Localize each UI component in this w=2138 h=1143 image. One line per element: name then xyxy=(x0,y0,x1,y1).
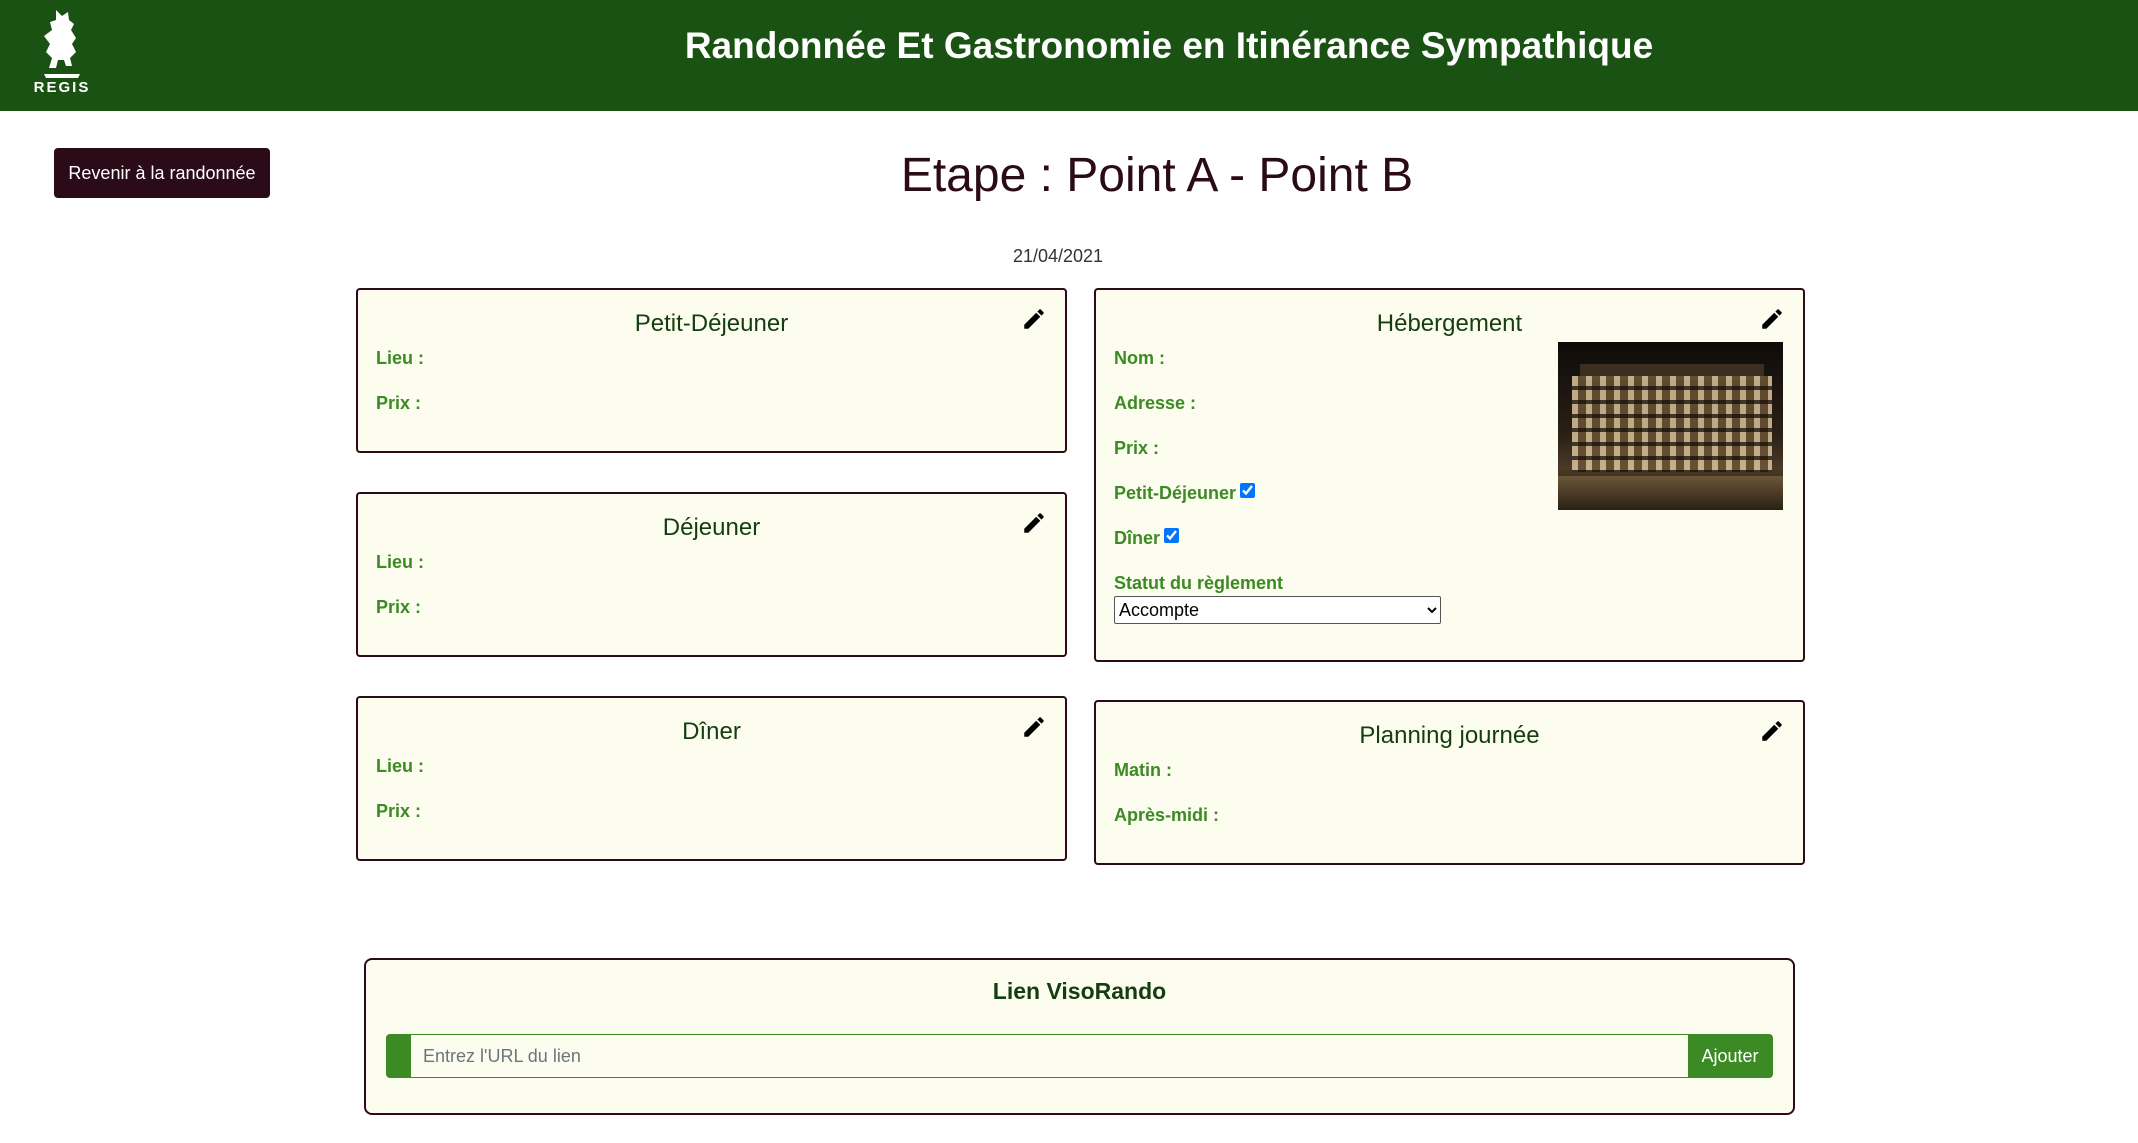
site-title: Randonnée Et Gastronomie en Itinérance S… xyxy=(684,25,1654,66)
page-title: Etape : Point A - Point B xyxy=(900,149,1414,202)
card-title: Dîner xyxy=(682,718,741,745)
add-link-button[interactable]: Ajouter xyxy=(1688,1035,1772,1077)
visorando-url-input[interactable] xyxy=(411,1035,1690,1077)
breakfast-included-label: Petit-Déjeuner xyxy=(1114,483,1237,503)
prix-label: Prix : xyxy=(376,801,422,821)
site-header: REGIS Randonnée Et Gastronomie en Itinér… xyxy=(0,0,2138,111)
apres-midi-label: Après-midi : xyxy=(1114,805,1220,825)
stage-date: 21/04/2021 xyxy=(1012,246,1104,266)
pencil-icon[interactable] xyxy=(1021,714,1047,740)
lieu-label: Lieu : xyxy=(376,348,424,368)
breakfast-card: Petit-Déjeuner Lieu : Prix : xyxy=(356,288,1067,453)
payment-status-label: Statut du règlement xyxy=(1114,573,1284,593)
pencil-icon[interactable] xyxy=(1021,306,1047,332)
lieu-label: Lieu : xyxy=(376,756,424,776)
dinner-card: Dîner Lieu : Prix : xyxy=(356,696,1067,861)
breakfast-included-row: Petit-Déjeuner xyxy=(1114,483,1256,504)
card-title: Planning journée xyxy=(1359,722,1540,749)
prix-label: Prix : xyxy=(1114,438,1160,458)
adresse-label: Adresse : xyxy=(1114,393,1197,413)
lunch-card: Déjeuner Lieu : Prix : xyxy=(356,492,1067,657)
nom-label: Nom : xyxy=(1114,348,1165,368)
visorando-input-group: Ajouter xyxy=(386,1034,1773,1078)
accommodation-card: Hébergement Nom : Adresse : Prix : Petit… xyxy=(1094,288,1805,662)
payment-status-select[interactable]: Accompte xyxy=(1114,596,1441,624)
card-title: Déjeuner xyxy=(662,514,761,541)
pencil-icon[interactable] xyxy=(1759,306,1785,332)
lieu-label: Lieu : xyxy=(376,552,424,572)
logo-text: REGIS xyxy=(33,79,91,96)
planning-card: Planning journée Matin : Après-midi : xyxy=(1094,700,1805,865)
prix-label: Prix : xyxy=(376,393,422,413)
dinner-included-row: Dîner xyxy=(1114,528,1180,549)
pencil-icon[interactable] xyxy=(1759,718,1785,744)
visorando-title: Lien VisoRando xyxy=(992,978,1167,1004)
dinner-included-label: Dîner xyxy=(1114,528,1161,548)
pencil-icon[interactable] xyxy=(1021,510,1047,536)
breakfast-included-checkbox[interactable] xyxy=(1240,483,1256,498)
prix-label: Prix : xyxy=(376,597,422,617)
dinner-included-checkbox[interactable] xyxy=(1164,528,1180,543)
card-title: Hébergement xyxy=(1376,310,1523,337)
visorando-card: Lien VisoRando Ajouter xyxy=(364,958,1795,1115)
hotel-photo xyxy=(1558,342,1783,510)
matin-label: Matin : xyxy=(1114,760,1172,780)
card-title: Petit-Déjeuner xyxy=(634,310,789,337)
